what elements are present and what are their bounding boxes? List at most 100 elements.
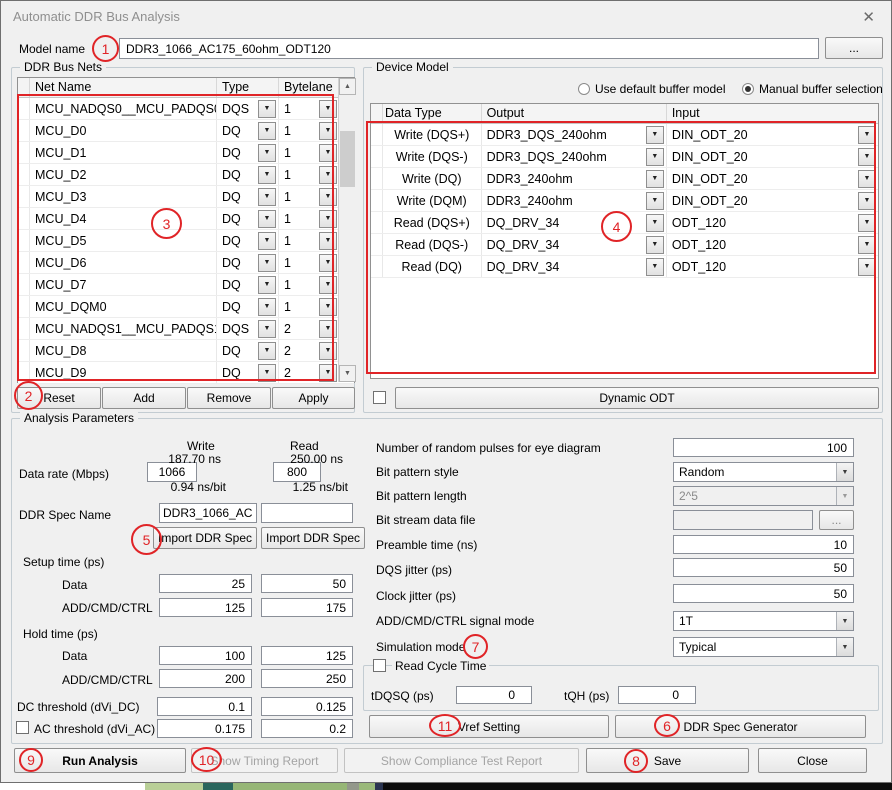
input-dropdown-button[interactable]: ▼ [858,192,876,210]
ac-threshold-write-input[interactable] [157,719,252,738]
type-dropdown-button[interactable]: ▼ [258,342,276,360]
type-dropdown-button[interactable]: ▼ [258,298,276,316]
type-dropdown-button[interactable]: ▼ [258,320,276,338]
input-dropdown-button[interactable]: ▼ [858,148,876,166]
setup-data-write-input[interactable] [159,574,252,593]
type-dropdown-button[interactable]: ▼ [258,188,276,206]
random-pulses-input[interactable] [673,438,854,457]
net-table-scrollbar[interactable]: ▲ ▼ [338,78,355,382]
type-dropdown-button[interactable]: ▼ [258,144,276,162]
ddr-spec-generator-button[interactable]: DDR Spec Generator [615,715,866,738]
bit-pattern-style-select[interactable]: Random ▼ [673,462,854,482]
input-dropdown-button[interactable]: ▼ [858,214,876,232]
output-dropdown-button[interactable]: ▼ [646,258,664,276]
setup-data-read-input[interactable] [261,574,353,593]
radio-default-buffer-label[interactable]: Use default buffer model [595,82,726,96]
net-table-row[interactable]: MCU_D5 DQ ▼ 1 ▼ [18,230,354,252]
scrollbar-thumb[interactable] [340,131,355,187]
output-dropdown-button[interactable]: ▼ [646,192,664,210]
input-dropdown-button[interactable]: ▼ [858,258,876,276]
col-type[interactable]: Type [217,78,279,97]
output-dropdown-button[interactable]: ▼ [646,214,664,232]
type-dropdown-button[interactable]: ▼ [258,276,276,294]
net-table-row[interactable]: MCU_DQM0 DQ ▼ 1 ▼ [18,296,354,318]
bytelane-dropdown-button[interactable]: ▼ [319,166,337,184]
type-dropdown-button[interactable]: ▼ [258,122,276,140]
device-table-row[interactable]: Read (DQS-) DQ_DRV_34 ▼ ODT_120 ▼ [371,234,878,256]
bytelane-dropdown-button[interactable]: ▼ [319,232,337,250]
net-table-row[interactable]: MCU_D3 DQ ▼ 1 ▼ [18,186,354,208]
radio-manual-buffer-label[interactable]: Manual buffer selection [759,82,883,96]
col-bytelane[interactable]: Bytelane [279,78,339,97]
col-net-name[interactable]: Net Name [30,78,217,97]
hold-data-write-input[interactable] [159,646,252,665]
simulation-mode-select[interactable]: Typical ▼ [673,637,854,657]
scroll-up-button[interactable]: ▲ [339,78,356,95]
device-table-row[interactable]: Write (DQS+) DDR3_DQS_240ohm ▼ DIN_ODT_2… [371,124,878,146]
dqs-jitter-input[interactable] [673,558,854,577]
dc-threshold-read-input[interactable] [261,697,353,716]
tqh-input[interactable] [618,686,696,704]
type-dropdown-button[interactable]: ▼ [258,210,276,228]
bytelane-dropdown-button[interactable]: ▼ [319,342,337,360]
output-dropdown-button[interactable]: ▼ [646,170,664,188]
setup-acc-write-input[interactable] [159,598,252,617]
bytelane-dropdown-button[interactable]: ▼ [319,276,337,294]
net-table-row[interactable]: MCU_D8 DQ ▼ 2 ▼ [18,340,354,362]
ac-threshold-checkbox[interactable] [16,721,29,734]
type-dropdown-button[interactable]: ▼ [258,166,276,184]
output-dropdown-button[interactable]: ▼ [646,126,664,144]
dynamic-odt-button[interactable]: Dynamic ODT [395,387,879,409]
bytelane-dropdown-button[interactable]: ▼ [319,122,337,140]
preamble-time-input[interactable] [673,535,854,554]
net-table-row[interactable]: MCU_D9 DQ ▼ 2 ▼ [18,362,354,384]
type-dropdown-button[interactable]: ▼ [258,254,276,272]
model-browse-button[interactable]: ... [825,37,883,59]
import-ddr-spec-write-button[interactable]: Import DDR Spec [153,527,257,549]
run-analysis-button[interactable]: Run Analysis [14,748,186,773]
import-ddr-spec-read-button[interactable]: Import DDR Spec [261,527,365,549]
hold-acc-write-input[interactable] [159,669,252,688]
output-dropdown-button[interactable]: ▼ [646,148,664,166]
bytelane-dropdown-button[interactable]: ▼ [319,364,337,382]
model-name-input[interactable] [119,38,819,59]
close-icon[interactable]: ✕ [862,8,875,26]
net-table-row[interactable]: MCU_NADQS0__MCU_PADQS0 DQS ▼ 1 ▼ [18,98,354,120]
device-table-row[interactable]: Read (DQS+) DQ_DRV_34 ▼ ODT_120 ▼ [371,212,878,234]
col-input[interactable]: Input [667,104,878,123]
acc-signal-mode-select[interactable]: 1T ▼ [673,611,854,631]
save-button[interactable]: Save [586,748,749,773]
input-dropdown-button[interactable]: ▼ [858,236,876,254]
net-table-row[interactable]: MCU_D2 DQ ▼ 1 ▼ [18,164,354,186]
ddr-spec-read-input[interactable] [261,503,353,523]
bytelane-dropdown-button[interactable]: ▼ [319,320,337,338]
add-button[interactable]: Add [102,387,186,409]
setup-acc-read-input[interactable] [261,598,353,617]
device-table-row[interactable]: Read (DQ) DQ_DRV_34 ▼ ODT_120 ▼ [371,256,878,278]
ac-threshold-read-input[interactable] [261,719,353,738]
net-table-row[interactable]: MCU_D1 DQ ▼ 1 ▼ [18,142,354,164]
bytelane-dropdown-button[interactable]: ▼ [319,144,337,162]
bit-stream-browse-button[interactable]: ... [819,510,854,530]
net-table-row[interactable]: MCU_D7 DQ ▼ 1 ▼ [18,274,354,296]
device-table-row[interactable]: Write (DQM) DDR3_240ohm ▼ DIN_ODT_20 ▼ [371,190,878,212]
bytelane-dropdown-button[interactable]: ▼ [319,298,337,316]
tdqsq-input[interactable] [456,686,532,704]
vref-setting-button[interactable]: Vref Setting [369,715,609,738]
bytelane-dropdown-button[interactable]: ▼ [319,210,337,228]
net-table-row[interactable]: MCU_D0 DQ ▼ 1 ▼ [18,120,354,142]
device-table-row[interactable]: Write (DQS-) DDR3_DQS_240ohm ▼ DIN_ODT_2… [371,146,878,168]
bytelane-dropdown-button[interactable]: ▼ [319,254,337,272]
net-table-row[interactable]: MCU_D4 DQ ▼ 1 ▼ [18,208,354,230]
scroll-down-button[interactable]: ▼ [339,365,356,382]
output-dropdown-button[interactable]: ▼ [646,236,664,254]
bytelane-dropdown-button[interactable]: ▼ [319,188,337,206]
net-table-row[interactable]: MCU_D6 DQ ▼ 1 ▼ [18,252,354,274]
ddr-spec-write-input[interactable] [159,503,257,523]
input-dropdown-button[interactable]: ▼ [858,126,876,144]
dynamic-odt-checkbox[interactable] [373,391,386,404]
apply-button[interactable]: Apply [272,387,355,409]
hold-data-read-input[interactable] [261,646,353,665]
dc-threshold-write-input[interactable] [157,697,252,716]
type-dropdown-button[interactable]: ▼ [258,100,276,118]
